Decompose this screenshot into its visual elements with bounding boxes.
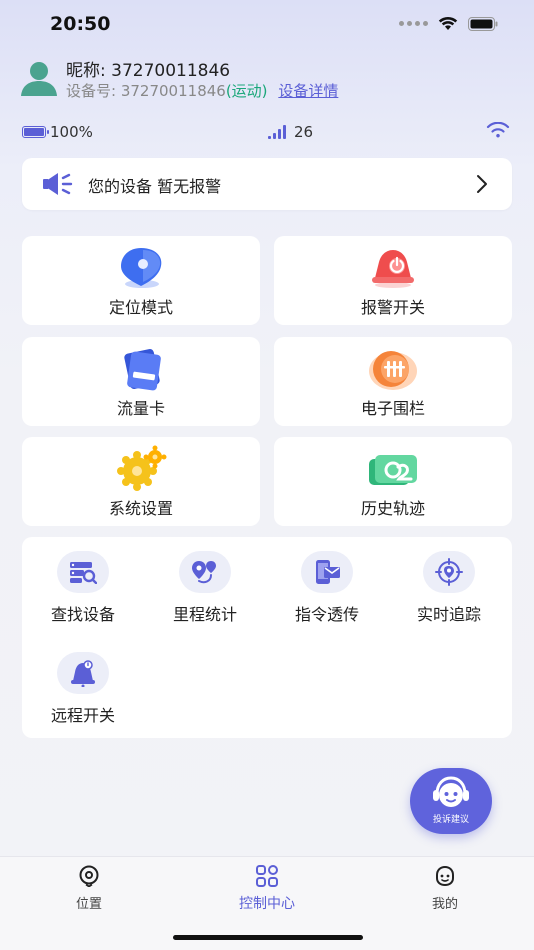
tool-icon-bg [301,551,353,593]
avatar-icon [21,62,57,96]
nickname-value: 37270011846 [111,61,231,81]
command-icon [316,560,340,584]
card-alarm-switch[interactable]: 报警开关 [274,236,512,325]
speaker-icon [43,173,73,195]
battery-value: 100% [50,123,93,141]
card-label: 电子围栏 [360,399,425,418]
signal-bars-icon [268,125,286,139]
tool-mileage[interactable]: 里程统计 [144,537,266,627]
card-label: 报警开关 [360,298,425,317]
chevron-right-icon [477,175,487,193]
device-number: 设备号: 37270011846(运动) 设备详情 [66,80,338,101]
tab-label: 控制中心 [239,896,295,912]
feedback-label: 投诉建议 [432,815,469,825]
gear-icon [117,445,167,491]
card-location-mode[interactable]: 定位模式 [22,236,260,325]
card-label: 历史轨迹 [360,499,425,518]
home-indicator [173,935,363,940]
tool-label: 实时追踪 [416,605,481,624]
cellular-dots-icon [399,21,428,26]
tab-mine[interactable]: 我的 [385,865,505,912]
device-signal: 26 [268,123,313,141]
card-geofence[interactable]: 电子围栏 [274,337,512,426]
tool-label: 指令透传 [294,605,359,624]
card-system-settings[interactable]: 系统设置 [22,437,260,526]
tab-control-center[interactable]: 控制中心 [207,865,327,913]
tool-remote-switch[interactable]: 远程开关 [22,638,144,728]
card-history-track[interactable]: 历史轨迹 [274,437,512,526]
alarm-notice-bar[interactable]: 您的设备 暂无报警 [22,158,512,210]
device-meta-row: 100% 26 [22,122,512,142]
status-time: 20:50 [50,13,111,35]
tool-realtime-tracking[interactable]: 实时追踪 [388,537,510,627]
sim-card-icon [124,349,161,391]
battery-icon [22,126,49,138]
tool-label: 远程开关 [50,706,115,725]
tool-label: 查找设备 [50,605,115,624]
tool-icon-bg [423,551,475,593]
tool-find-device[interactable]: 查找设备 [22,537,144,627]
tracking-icon [435,558,463,586]
card-label: 系统设置 [108,499,173,518]
tab-label: 位置 [75,897,102,912]
location-pin-icon [121,248,162,288]
device-battery: 100% [22,123,93,141]
tool-icon-bg [57,551,109,593]
tab-location[interactable]: 位置 [29,865,149,912]
device-wifi-icon [486,122,510,138]
wifi-icon [438,16,458,30]
location-icon [79,865,99,888]
tool-icon-bg [57,652,109,694]
customer-service-icon [433,776,469,807]
status-bar: 20:50 [0,0,534,50]
tab-label: 我的 [431,897,458,912]
device-detail-link[interactable]: 设备详情 [278,82,338,100]
card-label: 定位模式 [108,298,173,317]
signal-value: 26 [294,123,314,141]
device-mode: (运动) [225,82,268,100]
device-profile: 昵称: 37270011846 设备号: 37270011846(运动) 设备详… [20,56,514,102]
mileage-icon [192,561,216,584]
card-data-card[interactable]: 流量卡 [22,337,260,426]
tool-label: 里程统计 [172,605,237,624]
remote-switch-icon [71,660,95,687]
fence-icon [369,351,417,390]
alarm-text: 您的设备 暂无报警 [88,177,222,196]
tool-command[interactable]: 指令透传 [266,537,388,627]
history-track-icon [369,455,417,485]
tool-icon-bg [179,551,231,593]
status-icons [399,16,498,31]
feedback-float-button[interactable]: 投诉建议 [410,768,492,834]
tools-panel: 查找设备 里程统计 指令透传 实时追踪 远程开关 [22,537,512,738]
nickname: 昵称: 37270011846 [66,56,230,81]
device-value: 37270011846 [120,82,226,100]
device-label: 设备号: [66,82,117,100]
find-device-icon [70,562,97,584]
battery-status-icon [468,16,498,31]
nickname-label: 昵称: [66,61,106,81]
profile-face-icon [436,865,454,887]
card-label: 流量卡 [116,399,165,418]
control-grid-icon [256,865,278,887]
alarm-bell-icon [372,250,414,288]
